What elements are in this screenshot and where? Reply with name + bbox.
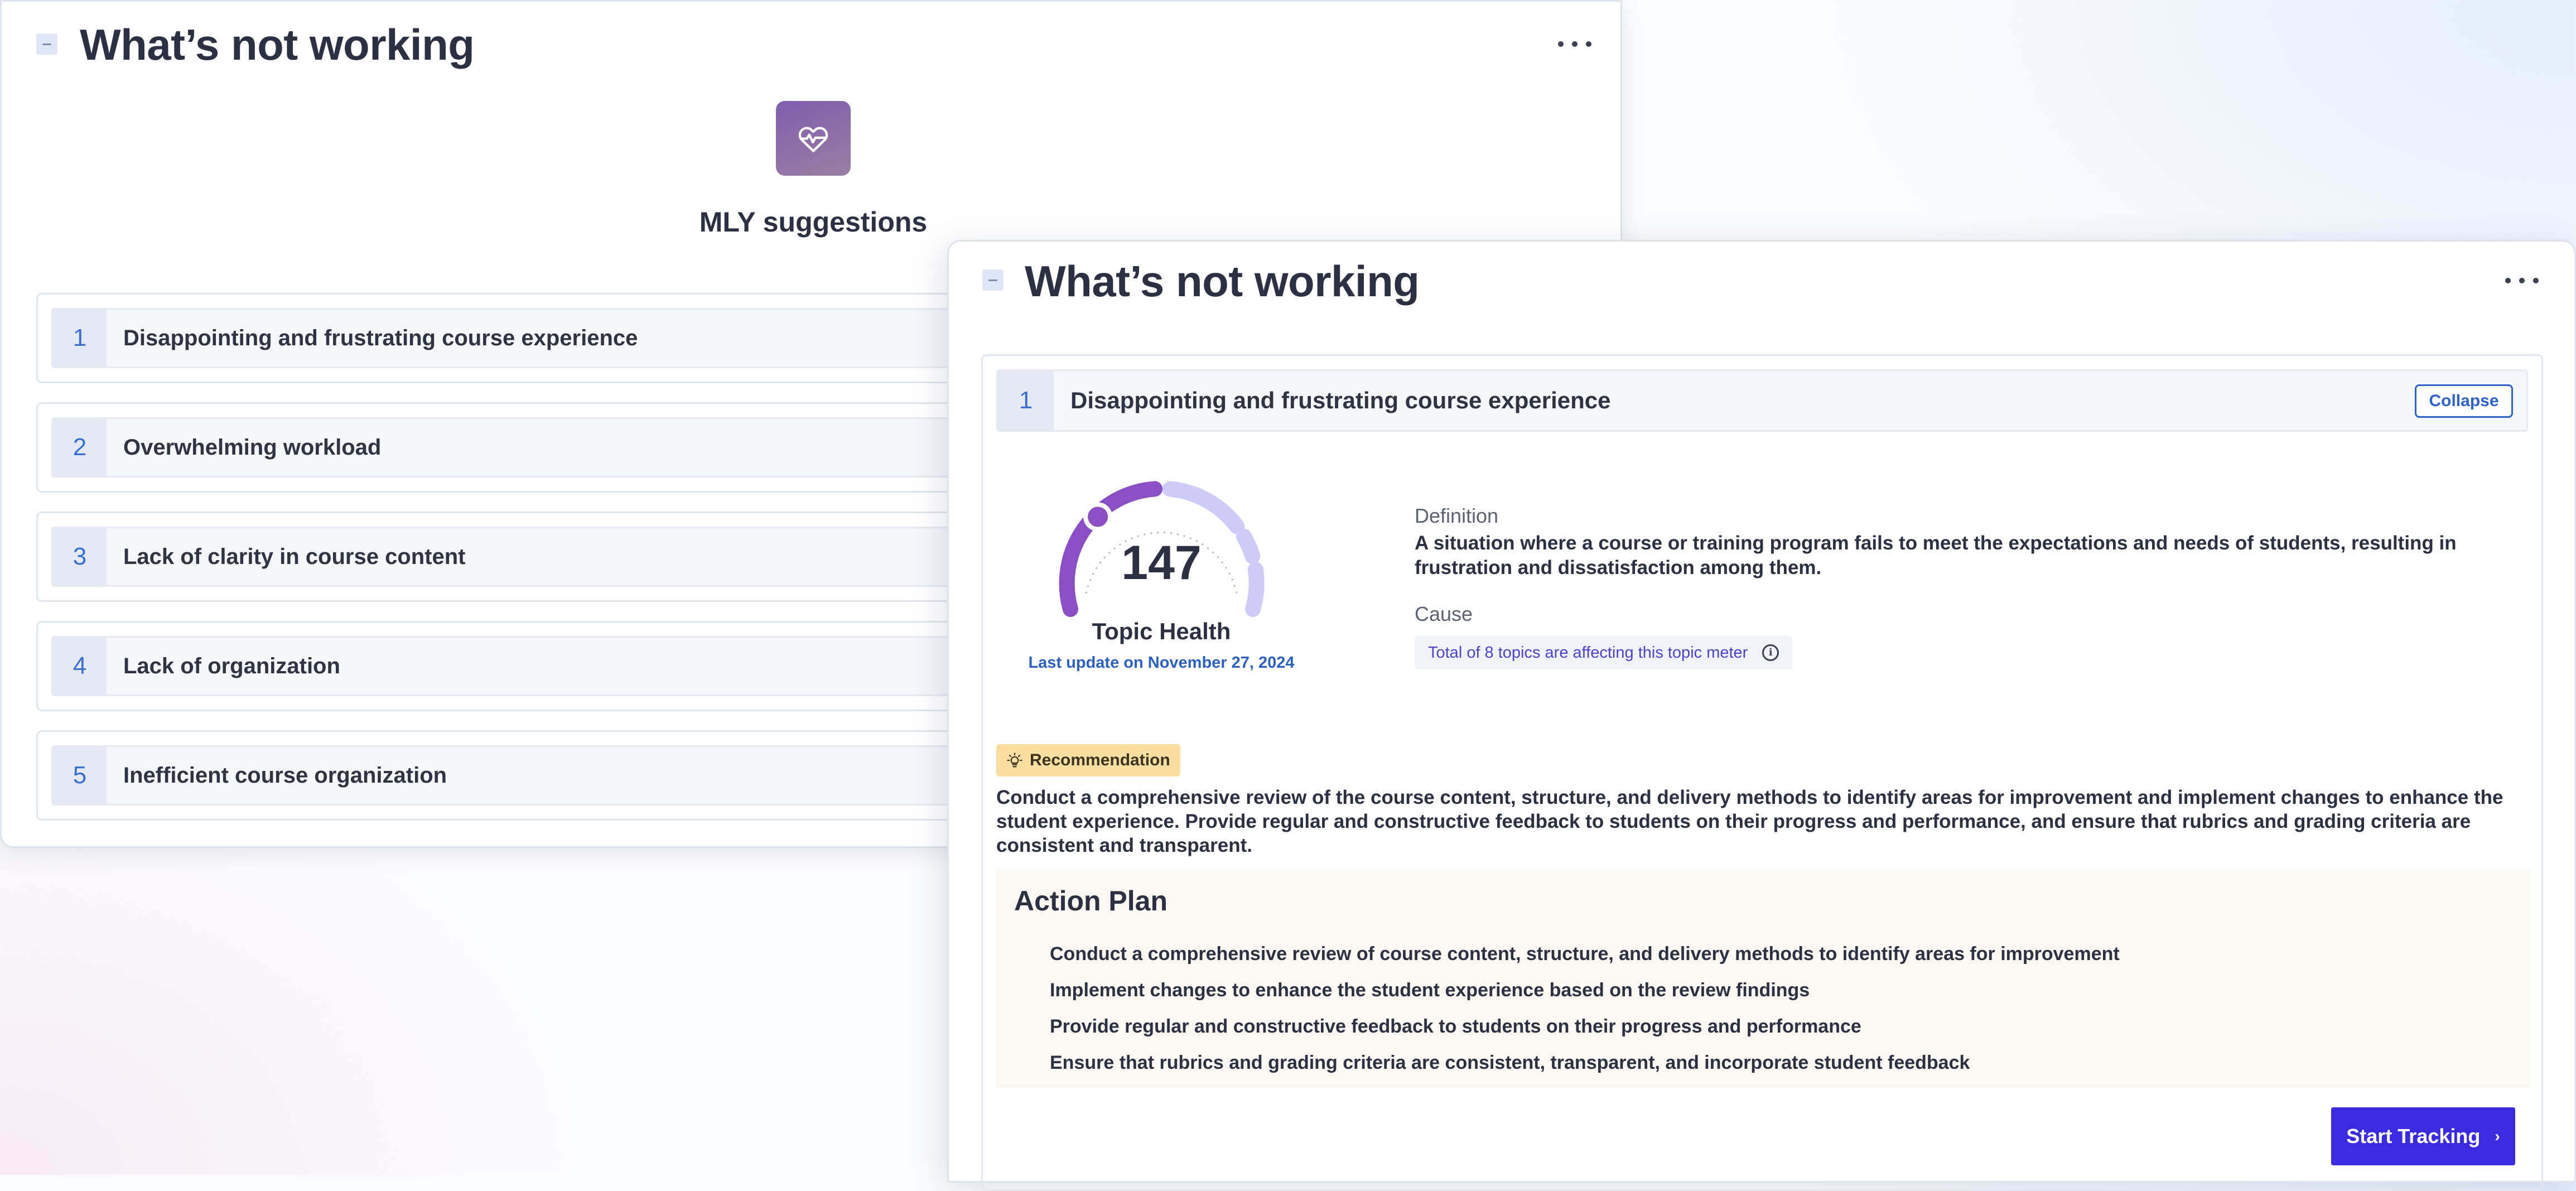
topic-detail-panel: 1 Disappointing and frustrating course e… (981, 354, 2543, 1191)
gauge-value: 147 (1121, 536, 1202, 590)
last-update-text: Last update on November 27, 2024 (1028, 654, 1295, 672)
action-plan-section: Action Plan Conduct a comprehensive revi… (996, 869, 2531, 1088)
heart-pulse-icon (776, 101, 851, 176)
collapse-toggle-icon[interactable] (982, 269, 1004, 291)
action-plan-title: Action Plan (1014, 885, 1168, 917)
topic-number: 4 (53, 638, 107, 695)
recommendation-badge: Recommendation (996, 744, 1180, 777)
topic-health-gauge: 147 Topic Health Last update on November… (1028, 465, 1295, 700)
topic-label: Disappointing and frustrating course exp… (1070, 387, 1611, 413)
topic-label: Lack of organization (123, 653, 340, 678)
topic-number: 1 (998, 371, 1054, 430)
start-tracking-label: Start Tracking (2346, 1125, 2481, 1147)
front-card-whats-not-working: What’s not working 1 Disappointing and f… (947, 240, 2576, 1191)
action-item: Implement changes to enhance the student… (1050, 980, 1810, 1001)
gauge-track-segment (1162, 481, 1245, 534)
topic-label: Overwhelming workload (123, 435, 382, 460)
topic-number: 3 (53, 528, 107, 585)
topic-label: Disappointing and frustrating course exp… (123, 325, 638, 350)
cause-chip[interactable]: Total of 8 topics are affecting this top… (1415, 636, 1793, 669)
recommendation-text: Conduct a comprehensive review of the co… (996, 787, 2503, 856)
more-options-button[interactable] (1558, 33, 1591, 55)
topic-number: 1 (53, 310, 107, 367)
action-plan-list: Conduct a comprehensive review of course… (1050, 936, 2120, 1081)
lightbulb-icon (1007, 753, 1022, 768)
front-card-title: What’s not working (1025, 257, 1420, 306)
recommendation-label: Recommendation (1030, 751, 1170, 769)
topic-label: Lack of clarity in course content (123, 544, 466, 569)
topic-label: Inefficient course organization (123, 763, 447, 788)
gauge-indicator (1083, 502, 1113, 532)
definition-text: A situation where a course or training p… (1415, 532, 2457, 578)
collapse-button[interactable]: Collapse (2415, 384, 2513, 418)
topic-number: 2 (53, 419, 107, 476)
cause-chip-text: Total of 8 topics are affecting this top… (1428, 643, 1748, 662)
mly-suggestions-title: MLY suggestions (699, 206, 928, 238)
topic-number: 5 (53, 747, 107, 804)
chevron-right-icon: › (2495, 1127, 2500, 1145)
front-card-header: What’s not working (949, 242, 2574, 325)
back-card-title: What’s not working (80, 20, 475, 69)
cause-label: Cause (1415, 602, 1473, 625)
more-options-button[interactable] (2505, 269, 2539, 292)
topic-detail-header[interactable]: 1 Disappointing and frustrating course e… (996, 369, 2528, 432)
definition-label: Definition (1415, 504, 1499, 527)
action-item: Ensure that rubrics and grading criteria… (1050, 1052, 1970, 1073)
gauge-caption: Topic Health (1092, 618, 1231, 644)
action-item: Provide regular and constructive feedbac… (1050, 1016, 1861, 1037)
collapse-toggle-icon[interactable] (36, 33, 57, 55)
action-item: Conduct a comprehensive review of course… (1050, 943, 2120, 965)
start-tracking-button[interactable]: Start Tracking › (2331, 1107, 2515, 1165)
info-icon[interactable]: i (1762, 644, 1779, 661)
back-card-header: What’s not working (2, 2, 1620, 85)
